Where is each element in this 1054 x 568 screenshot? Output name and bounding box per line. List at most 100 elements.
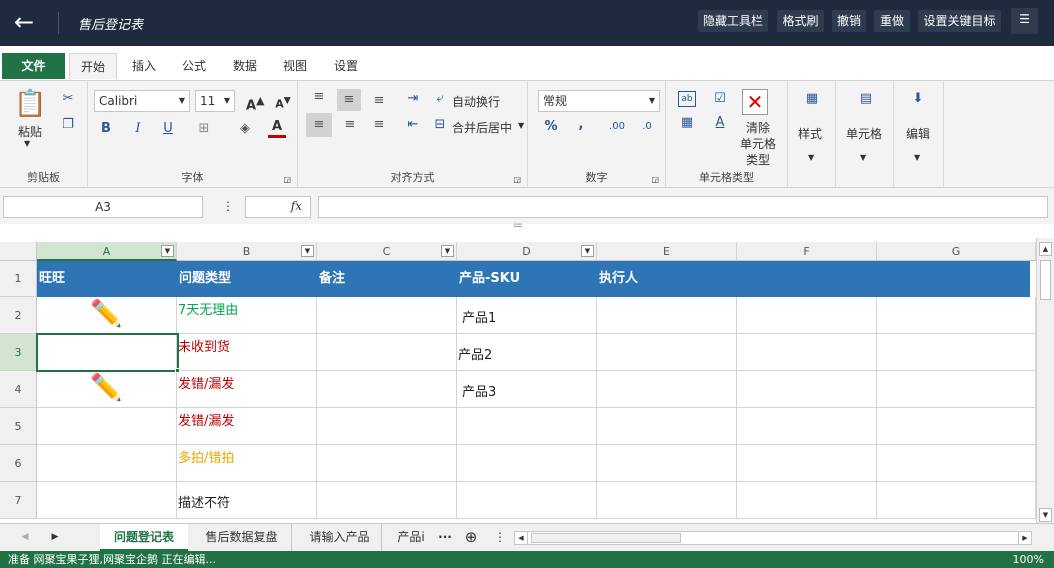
table-cell[interactable] xyxy=(317,334,457,371)
formula-input[interactable] xyxy=(318,196,1048,218)
more-vertical-icon[interactable]: ⋮ xyxy=(222,199,234,213)
table-cell[interactable]: 未收到货 xyxy=(177,334,317,371)
decrease-decimal-icon[interactable]: .0 xyxy=(636,119,658,135)
table-cell[interactable] xyxy=(877,334,1036,371)
style-label[interactable]: 样式 xyxy=(798,125,822,142)
underline-button[interactable]: U xyxy=(160,121,176,137)
edit-icon[interactable]: ⬇ xyxy=(908,91,928,107)
bold-button[interactable]: B xyxy=(98,121,114,137)
paste-label[interactable]: 粘贴 xyxy=(18,123,42,140)
table-cell[interactable]: 发错/漏发 xyxy=(177,408,317,445)
table-cell[interactable]: 产品2 xyxy=(457,334,597,371)
fx-box[interactable]: fx xyxy=(245,196,311,218)
undo-button[interactable]: 撤销 xyxy=(832,10,866,32)
scroll-thumb[interactable] xyxy=(1040,260,1051,300)
merge-center-label[interactable]: 合并后居中 xyxy=(452,119,512,136)
table-cell[interactable] xyxy=(737,482,877,519)
expand-icon[interactable]: ◲ xyxy=(651,175,659,184)
back-arrow-icon[interactable]: ← xyxy=(10,8,38,36)
table-cell[interactable] xyxy=(737,408,877,445)
scroll-right-icon[interactable]: ▶ xyxy=(1018,532,1031,544)
sheet-tab-enter-product[interactable]: 请输入产品 xyxy=(298,524,382,551)
tab-data[interactable]: 数据 xyxy=(225,53,265,79)
scroll-up-icon[interactable]: ▲ xyxy=(1039,242,1052,256)
table-cell[interactable] xyxy=(877,371,1036,408)
number-format-select[interactable]: 常规 ▼ xyxy=(538,90,660,112)
align-middle-icon[interactable]: ≡ xyxy=(337,89,361,111)
table-cell[interactable] xyxy=(37,408,177,445)
header-cell-remarks[interactable]: 备注 xyxy=(319,261,345,297)
sheet-tab-issue-log[interactable]: 问题登记表 xyxy=(100,524,188,551)
hide-toolbar-button[interactable]: 隐藏工具栏 xyxy=(698,10,768,32)
horizontal-scrollbar[interactable]: ◀ ▶ xyxy=(514,531,1032,545)
more-sheets-button[interactable]: ··· xyxy=(434,524,456,551)
comma-button[interactable]: , xyxy=(574,117,588,133)
cut-icon[interactable]: ✂ xyxy=(60,91,76,107)
chevron-down-icon[interactable]: ▼ xyxy=(518,121,524,130)
clear-celltype-icon[interactable]: ✕ xyxy=(742,89,768,115)
redo-button[interactable]: 重做 xyxy=(874,10,910,32)
table-cell[interactable] xyxy=(37,445,177,482)
italic-button[interactable]: I xyxy=(130,121,146,137)
fill-color-icon[interactable]: ◈ xyxy=(236,121,254,137)
table-cell[interactable]: 产品3 xyxy=(457,371,597,408)
table-cell[interactable]: 7天无理由 xyxy=(177,297,317,334)
increase-decimal-icon[interactable]: .00 xyxy=(606,119,628,135)
sheet-tab-product[interactable]: 产品i xyxy=(388,524,434,551)
list-icon[interactable]: ▦ xyxy=(678,115,696,131)
decrease-font-icon[interactable]: A▼ xyxy=(274,93,292,113)
paste-icon[interactable]: 📋 xyxy=(14,87,46,121)
align-top-icon[interactable]: ≡ xyxy=(308,89,330,105)
column-header-c[interactable]: C ▼ xyxy=(317,242,457,261)
table-cell[interactable] xyxy=(737,334,877,371)
tab-settings[interactable]: 设置 xyxy=(326,53,366,79)
row-header-1[interactable]: 1 xyxy=(0,261,37,297)
header-cell-product-sku[interactable]: 产品-SKU xyxy=(459,261,520,297)
checkbox-icon[interactable]: ☑ xyxy=(712,91,728,107)
select-all-corner[interactable] xyxy=(0,242,37,261)
expand-icon[interactable]: ◲ xyxy=(513,175,521,184)
font-size-select[interactable]: 11 ▼ xyxy=(195,90,235,112)
table-cell[interactable] xyxy=(737,297,877,334)
row-header-3[interactable]: 3 xyxy=(0,334,37,371)
wrap-text-label[interactable]: 自动换行 xyxy=(452,93,500,110)
align-left-icon[interactable]: ≡ xyxy=(306,113,332,137)
zoom-level[interactable]: 100% xyxy=(1013,551,1044,568)
table-cell[interactable]: 多拍/错拍 xyxy=(177,445,317,482)
cells-icon[interactable]: ▤ xyxy=(856,91,876,107)
indent-icon[interactable]: ⇥ xyxy=(404,91,422,107)
add-sheet-icon[interactable]: ⊕ xyxy=(460,524,482,551)
cells-label[interactable]: 单元格 xyxy=(846,125,882,142)
name-box[interactable]: A3 xyxy=(3,196,203,218)
tab-insert[interactable]: 插入 xyxy=(124,53,164,79)
table-cell[interactable] xyxy=(317,445,457,482)
format-painter-button[interactable]: 格式刷 xyxy=(777,10,824,32)
table-cell[interactable] xyxy=(877,297,1036,334)
filter-dropdown-icon[interactable]: ▼ xyxy=(301,245,314,257)
column-header-a[interactable]: A ▼ xyxy=(37,242,177,261)
sheet-tab-after-sales-review[interactable]: 售后数据复盘 xyxy=(192,524,292,551)
chevron-down-icon[interactable]: ▼ xyxy=(860,153,866,162)
font-name-select[interactable]: Calibri ▼ xyxy=(94,90,190,112)
resize-handle-icon[interactable]: :::::::: xyxy=(513,222,522,229)
border-icon[interactable]: ⊞ xyxy=(196,121,212,137)
header-cell-wangwang[interactable]: 旺旺 xyxy=(39,261,65,297)
clear-celltype-label-1[interactable]: 清除 xyxy=(746,119,770,136)
column-header-f[interactable]: F xyxy=(737,242,877,261)
column-header-d[interactable]: D ▼ xyxy=(457,242,597,261)
table-cell[interactable] xyxy=(317,297,457,334)
textbox-icon[interactable]: ab xyxy=(678,91,696,107)
column-header-b[interactable]: B ▼ xyxy=(177,242,317,261)
table-cell[interactable] xyxy=(597,482,737,519)
prev-sheet-icon[interactable]: ◀ xyxy=(18,524,32,551)
table-cell[interactable]: 发错/漏发 xyxy=(177,371,317,408)
filter-dropdown-icon[interactable]: ▼ xyxy=(441,245,454,257)
row-header-5[interactable]: 5 xyxy=(0,408,37,445)
chevron-down-icon[interactable]: ▼ xyxy=(914,153,920,162)
tab-view[interactable]: 视图 xyxy=(275,53,315,79)
percent-button[interactable]: % xyxy=(542,119,560,135)
chevron-down-icon[interactable]: ▼ xyxy=(808,153,814,162)
hyperlink-icon[interactable]: A xyxy=(712,115,728,131)
column-header-e[interactable]: E xyxy=(597,242,737,261)
align-bottom-icon[interactable]: ≡ xyxy=(368,93,390,109)
